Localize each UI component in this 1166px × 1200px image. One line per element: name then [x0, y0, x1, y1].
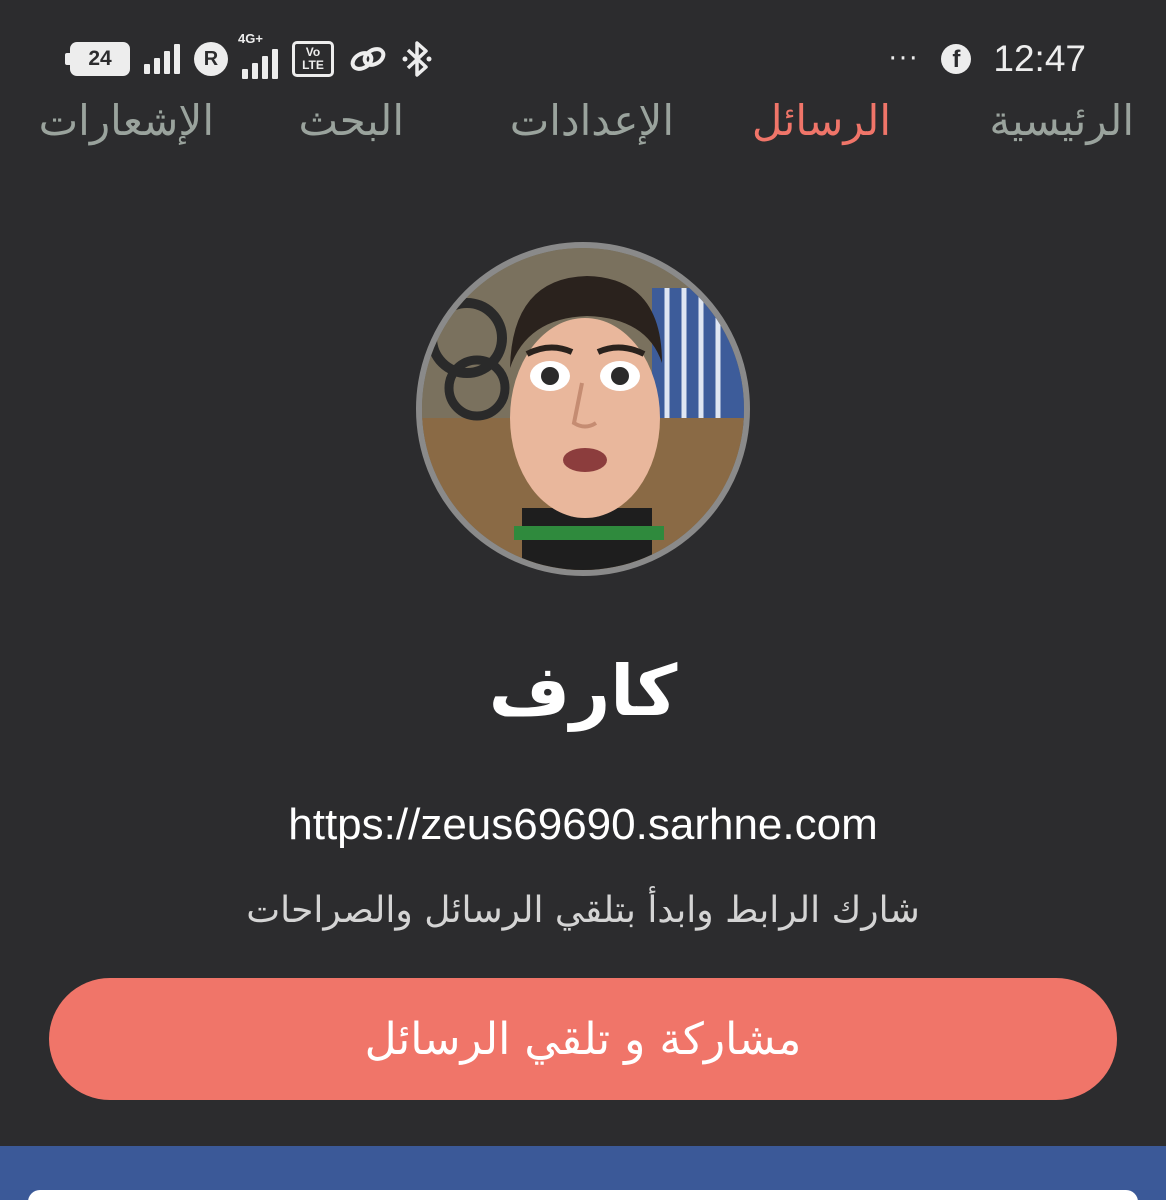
tab-notifications[interactable]: الإشعارات	[39, 96, 214, 145]
battery-icon: 24	[65, 42, 130, 76]
avatar-photo	[422, 248, 744, 570]
profile-link[interactable]: https://zeus69690.sarhne.com	[0, 800, 1166, 850]
network-type-label: 4G+	[238, 31, 263, 46]
clock: 12:47	[993, 38, 1086, 79]
app-screen: 24 R 4G+ Vo LTE ··· f 12:47 الرئيسية الر…	[0, 0, 1166, 1200]
tab-home[interactable]: الرئيسية	[989, 96, 1134, 145]
link-icon	[350, 47, 386, 71]
facebook-letter: f	[952, 46, 961, 73]
status-right: ··· f 12:47	[889, 36, 1086, 82]
battery-level: 24	[88, 47, 112, 70]
tab-messages[interactable]: الرسائل	[752, 96, 891, 145]
bluetooth-icon	[402, 41, 432, 77]
top-nav: الرئيسية الرسائل الإعدادات البحث الإشعار…	[0, 96, 1166, 176]
tab-search[interactable]: البحث	[299, 96, 405, 145]
roaming-icon: R	[194, 42, 228, 76]
more-icon: ···	[888, 44, 920, 74]
volte-label: Vo LTE	[302, 45, 324, 72]
profile-avatar[interactable]	[416, 242, 750, 576]
roaming-label: R	[203, 47, 219, 70]
signal-icon	[144, 44, 180, 74]
bottom-card	[28, 1190, 1138, 1200]
profile-name: كارف	[488, 650, 678, 732]
share-hint: شارك الرابط وابدأ بتلقي الرسائل والصراحا…	[246, 890, 920, 931]
tab-settings[interactable]: الإعدادات	[510, 96, 674, 145]
volte-icon: Vo LTE	[292, 41, 334, 77]
network-4g-icon: 4G+	[238, 31, 278, 79]
status-left: 24 R 4G+ Vo LTE	[65, 31, 432, 80]
facebook-icon: f	[941, 44, 972, 74]
share-receive-button[interactable]: مشاركة و تلقي الرسائل	[49, 978, 1117, 1100]
